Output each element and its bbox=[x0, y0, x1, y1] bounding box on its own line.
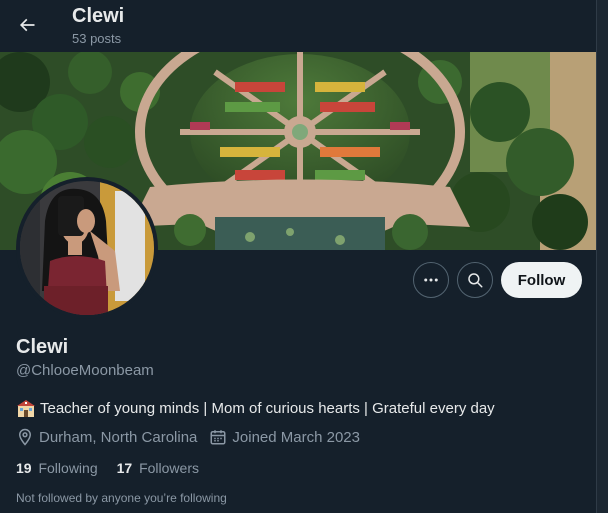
follow-stats: 19 Following 17 Followers bbox=[16, 460, 218, 476]
profile-meta: Durham, North Carolina Joined March 2023 bbox=[16, 428, 372, 446]
calendar-icon bbox=[209, 428, 227, 446]
more-button[interactable] bbox=[413, 262, 449, 298]
avatar-photo bbox=[20, 181, 154, 315]
profile-handle: @ChlooeMoonbeam bbox=[16, 362, 154, 379]
following-link[interactable]: 19 Following bbox=[16, 460, 98, 476]
joined-text: Joined March 2023 bbox=[232, 428, 360, 446]
followers-count: 17 bbox=[116, 460, 133, 476]
header-display-name: Clewi bbox=[72, 5, 125, 27]
more-horizontal-icon bbox=[424, 278, 438, 282]
location-pin-icon bbox=[16, 428, 34, 446]
following-label: Following bbox=[38, 460, 98, 476]
arrow-left-icon bbox=[19, 18, 35, 32]
profile-page: Clewi 53 posts Follow Clewi @ChlooeMoonb… bbox=[0, 0, 608, 513]
profile-display-name: Clewi bbox=[16, 336, 69, 358]
search-posts-button[interactable] bbox=[457, 262, 493, 298]
followers-link[interactable]: 17 Followers bbox=[117, 460, 199, 476]
follow-button[interactable]: Follow bbox=[501, 262, 582, 298]
bio-text: Teacher of young minds | Mom of curious … bbox=[40, 399, 495, 417]
scrollbar[interactable] bbox=[596, 0, 608, 513]
mutual-followers-note: Not followed by anyone you’re following bbox=[16, 491, 227, 505]
school-building-icon bbox=[16, 398, 36, 418]
avatar-frame[interactable] bbox=[16, 177, 158, 319]
profile-bio: Teacher of young minds | Mom of curious … bbox=[16, 398, 495, 418]
joined-item: Joined March 2023 bbox=[209, 428, 360, 446]
profile-header: Clewi 53 posts bbox=[0, 0, 596, 52]
search-icon bbox=[468, 273, 483, 288]
location-item: Durham, North Carolina bbox=[16, 428, 197, 446]
following-count: 19 bbox=[16, 460, 32, 476]
header-post-count: 53 posts bbox=[72, 31, 122, 46]
back-button[interactable] bbox=[10, 8, 44, 42]
followers-label: Followers bbox=[139, 460, 199, 476]
avatar bbox=[20, 181, 154, 315]
location-text: Durham, North Carolina bbox=[39, 428, 198, 446]
